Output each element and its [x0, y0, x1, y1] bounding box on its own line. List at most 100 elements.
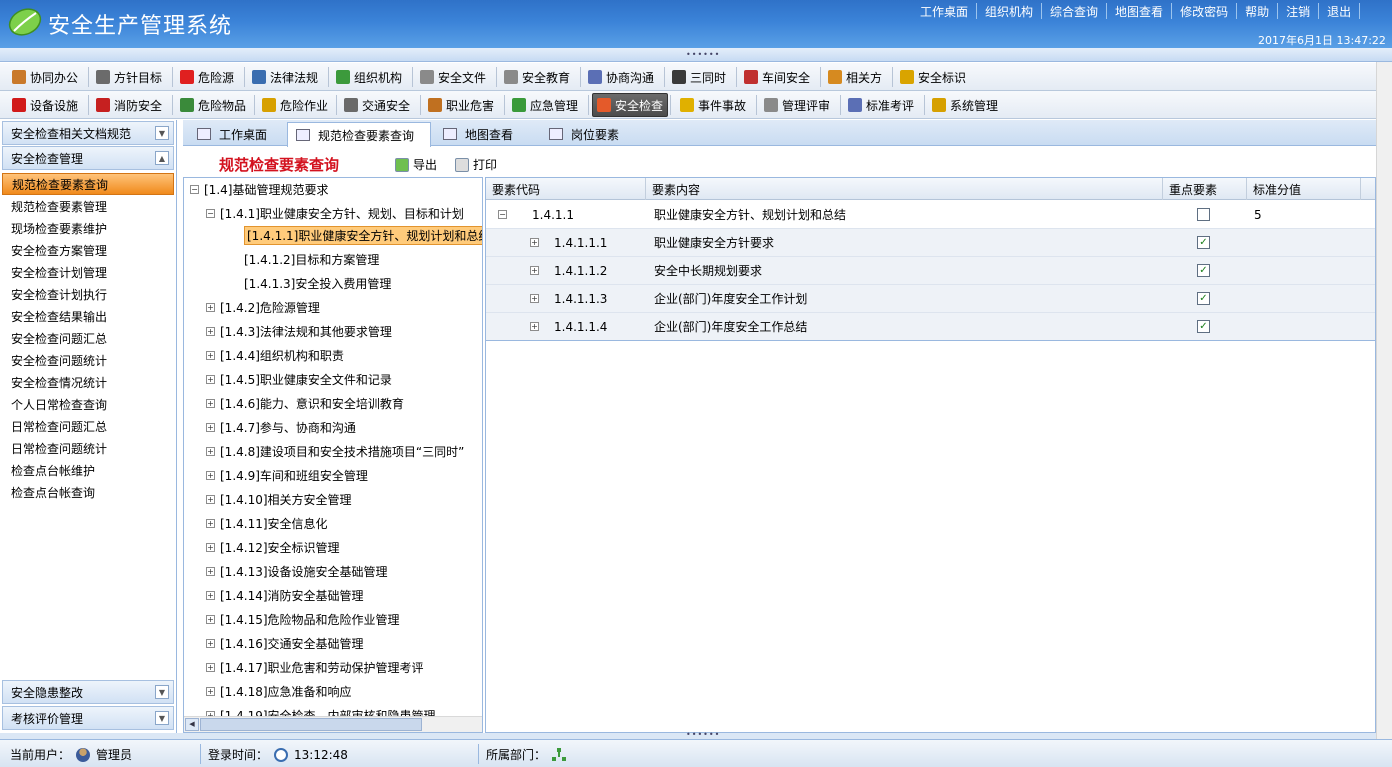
tree-node-label[interactable]: [1.4.7]参与、协商和沟通	[220, 419, 356, 436]
menu-item-warning[interactable]: 事件事故	[676, 93, 754, 117]
menu-item-handshake[interactable]: 协同办公	[8, 65, 86, 89]
table-row[interactable]: +1.4.1.1.4 企业(部门)年度安全工作总结 ✓	[486, 313, 1375, 341]
sidebar-item[interactable]: 日常检查问题汇总	[2, 415, 174, 437]
top-link-query[interactable]: 综合查询	[1042, 3, 1108, 19]
tree-expand-icon[interactable]: +	[206, 686, 215, 696]
menu-item-review[interactable]: 管理评审	[760, 93, 838, 117]
col-header-key[interactable]: 重点要素	[1163, 178, 1247, 200]
tree-expand-icon[interactable]: +	[206, 638, 215, 648]
tree-node-label[interactable]: [1.4]基础管理规范要求	[204, 181, 328, 198]
header-splitter[interactable]: ••••••	[0, 48, 1392, 62]
page-vertical-scrollbar[interactable]	[1376, 62, 1392, 739]
tree-node-label[interactable]: [1.4.17]职业危害和劳动保护管理考评	[220, 659, 424, 676]
tree-node-label[interactable]: [1.4.3]法律法规和其他要求管理	[220, 323, 392, 340]
print-button[interactable]: 打印	[455, 156, 497, 173]
key-element-checkbox[interactable]: ✓	[1197, 292, 1210, 305]
tree-node-label[interactable]: [1.4.10]相关方安全管理	[220, 491, 352, 508]
tree-expand-icon[interactable]: +	[206, 302, 215, 312]
menu-item-partner[interactable]: 相关方	[824, 65, 890, 89]
row-expand-icon[interactable]: +	[530, 322, 539, 331]
tree-node-label[interactable]: [1.4.6]能力、意识和安全培训教育	[220, 395, 404, 412]
tree-expand-icon[interactable]: +	[206, 374, 215, 384]
tree-expand-icon[interactable]: +	[206, 470, 215, 480]
menu-item-list[interactable]: 三同时	[668, 65, 734, 89]
tree-node[interactable]: + [1.4.6]能力、意识和安全培训教育	[206, 392, 404, 414]
tree-node[interactable]: + [1.4.12]安全标识管理	[206, 536, 340, 558]
tree-expand-icon[interactable]: +	[206, 398, 215, 408]
row-expand-icon[interactable]: +	[530, 294, 539, 303]
export-button[interactable]: 导出	[395, 156, 437, 173]
tree-node[interactable]: − [1.4.1]职业健康安全方针、规划、目标和计划	[206, 202, 464, 224]
tree-node-label[interactable]: [1.4.1]职业健康安全方针、规划、目标和计划	[220, 205, 464, 222]
chevron-down-icon[interactable]: ▼	[155, 685, 169, 699]
sidebar-item[interactable]: 规范检查要素管理	[2, 195, 174, 217]
tree-node[interactable]: + [1.4.3]法律法规和其他要求管理	[206, 320, 392, 342]
menu-item-car[interactable]: 交通安全	[340, 93, 418, 117]
tree-node-label[interactable]: [1.4.1.3]安全投入费用管理	[244, 275, 391, 292]
tree-node-label[interactable]: [1.4.2]危险源管理	[220, 299, 320, 316]
menu-item-mail[interactable]: 协商沟通	[584, 65, 662, 89]
menu-item-emergency[interactable]: 应急管理	[508, 93, 586, 117]
menu-item-chat[interactable]: 安全教育	[500, 65, 578, 89]
tree-node[interactable]: + [1.4.16]交通安全基础管理	[206, 632, 364, 654]
sidebar-item[interactable]: 日常检查问题统计	[2, 437, 174, 459]
sidebar-item[interactable]: 安全检查问题汇总	[2, 327, 174, 349]
tree-node[interactable]: + [1.4.11]安全信息化	[206, 512, 328, 534]
chevron-down-icon[interactable]: ▼	[155, 711, 169, 725]
table-row[interactable]: − 1.4.1.1 职业健康安全方针、规划计划和总结 5	[486, 201, 1375, 229]
menu-item-fire[interactable]: 消防安全	[92, 93, 170, 117]
menu-item-standard[interactable]: 标准考评	[844, 93, 922, 117]
tree-expand-icon[interactable]: +	[206, 590, 215, 600]
sidebar-section-docs[interactable]: 安全检查相关文档规范 ▼	[2, 121, 174, 145]
tree-node-label[interactable]: [1.4.11]安全信息化	[220, 515, 328, 532]
tree-node[interactable]: + [1.4.4]组织机构和职责	[206, 344, 344, 366]
sidebar-item[interactable]: 检查点台帐查询	[2, 481, 174, 503]
tree-node[interactable]: + [1.4.2]危险源管理	[206, 296, 320, 318]
top-link-help[interactable]: 帮助	[1237, 3, 1279, 19]
menu-item-inspect[interactable]: 安全检查	[592, 93, 668, 117]
sidebar-section-eval[interactable]: 考核评价管理 ▼	[2, 706, 174, 730]
col-header-score[interactable]: 标准分值	[1247, 178, 1361, 200]
sidebar-section-manage[interactable]: 安全检查管理 ▲	[2, 146, 174, 170]
scroll-thumb[interactable]	[200, 718, 422, 731]
menu-item-occupational[interactable]: 职业危害	[424, 93, 502, 117]
tree-node-label[interactable]: [1.4.15]危险物品和危险作业管理	[220, 611, 400, 628]
tree-node[interactable]: + [1.4.7]参与、协商和沟通	[206, 416, 356, 438]
row-expand-icon[interactable]: +	[530, 238, 539, 247]
tree-expand-icon[interactable]: +	[206, 422, 215, 432]
tree-node[interactable]: [1.4.1.2]目标和方案管理	[244, 248, 379, 270]
sidebar-item[interactable]: 现场检查要素维护	[2, 217, 174, 239]
tree-node[interactable]: − [1.4]基础管理规范要求	[190, 178, 328, 200]
menu-item-flag[interactable]: 安全标识	[896, 65, 974, 89]
tree-node-label[interactable]: [1.4.5]职业健康安全文件和记录	[220, 371, 392, 388]
row-expand-icon[interactable]: +	[530, 266, 539, 275]
sidebar-item[interactable]: 安全检查问题统计	[2, 349, 174, 371]
tree-node-label[interactable]: [1.4.13]设备设施安全基础管理	[220, 563, 388, 580]
sidebar-item[interactable]: 规范检查要素查询	[2, 173, 174, 195]
tree-node[interactable]: [1.4.1.3]安全投入费用管理	[244, 272, 391, 294]
tree-node-label[interactable]: [1.4.14]消防安全基础管理	[220, 587, 364, 604]
top-link-desktop[interactable]: 工作桌面	[912, 3, 978, 19]
menu-item-document[interactable]: 安全文件	[416, 65, 494, 89]
tree-node-label[interactable]: [1.4.18]应急准备和响应	[220, 683, 352, 700]
menu-item-worker[interactable]: 车间安全	[740, 65, 818, 89]
tab-map[interactable]: 地图查看	[435, 122, 531, 146]
tree-expand-icon[interactable]: +	[206, 350, 215, 360]
table-row[interactable]: +1.4.1.1.2 安全中长期规划要求 ✓	[486, 257, 1375, 285]
tree-horizontal-scrollbar[interactable]: ◀ ▶	[184, 716, 482, 732]
sidebar-item[interactable]: 检查点台帐维护	[2, 459, 174, 481]
col-header-code[interactable]: 要素代码	[486, 178, 646, 200]
key-element-checkbox[interactable]: ✓	[1197, 236, 1210, 249]
tree-node[interactable]: + [1.4.8]建设项目和安全技术措施项目“三同时”	[206, 440, 464, 462]
tab-edit-doc[interactable]: 规范检查要素查询	[287, 122, 431, 147]
tree-expand-icon[interactable]: +	[206, 614, 215, 624]
table-row[interactable]: +1.4.1.1.1 职业健康安全方针要求 ✓	[486, 229, 1375, 257]
key-element-checkbox[interactable]	[1197, 208, 1210, 221]
table-row[interactable]: +1.4.1.1.3 企业(部门)年度安全工作计划 ✓	[486, 285, 1375, 313]
sidebar-item[interactable]: 安全检查计划执行	[2, 283, 174, 305]
tree-expand-icon[interactable]: +	[206, 494, 215, 504]
menu-item-law-book[interactable]: 法律法规	[248, 65, 326, 89]
menu-item-hazard-work[interactable]: 危险作业	[258, 93, 334, 117]
tree-node[interactable]: [1.4.1.1]职业健康安全方针、规划计划和总结	[244, 224, 482, 246]
sidebar-item[interactable]: 安全检查方案管理	[2, 239, 174, 261]
